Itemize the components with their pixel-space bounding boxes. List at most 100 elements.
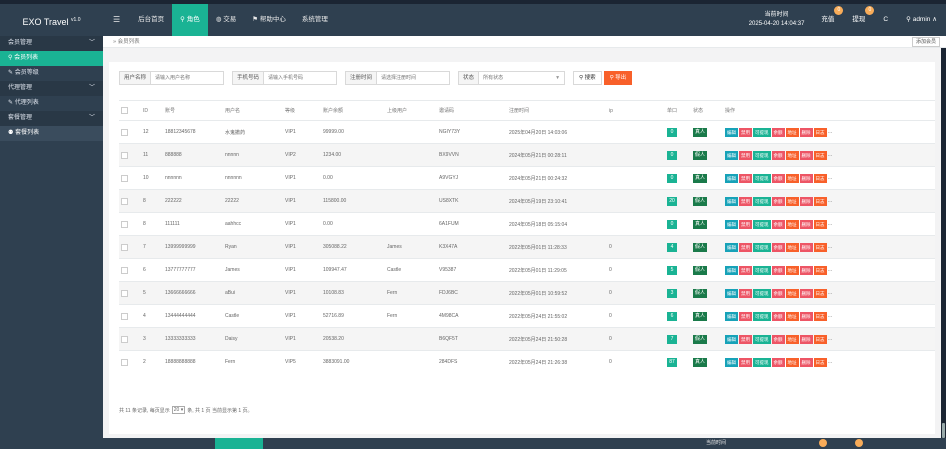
- action-button[interactable]: 地址: [785, 334, 799, 344]
- action-button[interactable]: 日志: [813, 311, 827, 321]
- scrollbar-thumb[interactable]: [942, 423, 945, 438]
- action-button[interactable]: 地址: [785, 242, 799, 252]
- row-select-cell[interactable]: [119, 350, 141, 374]
- action-button[interactable]: 日志: [813, 219, 827, 229]
- sidebar-item-agent-mgmt[interactable]: 代理管理 ﹀: [0, 81, 103, 96]
- column-header[interactable]: 邀请码: [437, 100, 507, 121]
- breadcrumb[interactable]: » 会员列表: [113, 36, 140, 48]
- sidebar-item-agent-list[interactable]: ✎ 代理列表: [0, 96, 103, 111]
- search-button[interactable]: ⚲ 搜索: [573, 71, 602, 85]
- nav-item-trade[interactable]: ◍ 交易: [208, 4, 244, 36]
- column-header[interactable]: ID: [141, 100, 163, 121]
- row-select-cell[interactable]: [119, 258, 141, 282]
- checkbox[interactable]: [121, 107, 128, 114]
- action-button[interactable]: 编辑: [725, 357, 738, 367]
- username-input[interactable]: [151, 72, 224, 84]
- menu-toggle-icon[interactable]: ☰: [103, 4, 130, 36]
- action-button[interactable]: 编辑: [725, 127, 738, 137]
- action-button[interactable]: 删除: [799, 288, 813, 298]
- more-icon[interactable]: ···: [828, 222, 833, 228]
- action-button[interactable]: 余额: [771, 265, 785, 275]
- action-button[interactable]: 日志: [813, 173, 827, 183]
- action-button[interactable]: 余额: [771, 288, 785, 298]
- column-header[interactable]: ip: [607, 100, 665, 121]
- action-button[interactable]: 余额: [771, 242, 785, 252]
- row-select-cell[interactable]: [119, 143, 141, 167]
- checkbox[interactable]: [121, 243, 128, 251]
- action-button[interactable]: 地址: [785, 288, 799, 298]
- column-header[interactable]: 状态: [691, 100, 723, 121]
- checkbox[interactable]: [121, 128, 128, 136]
- action-button[interactable]: 删除: [799, 196, 813, 206]
- action-button[interactable]: 余额: [771, 311, 785, 321]
- action-button[interactable]: 编辑: [725, 196, 738, 206]
- column-header[interactable]: 单口: [665, 100, 691, 121]
- action-button[interactable]: 余额: [771, 357, 785, 367]
- status-select[interactable]: [479, 72, 552, 84]
- more-icon[interactable]: ···: [828, 199, 833, 205]
- nav-item-role[interactable]: ⚲ 角色: [172, 4, 208, 36]
- select-all-cell[interactable]: [119, 100, 141, 121]
- action-button[interactable]: 编辑: [725, 265, 738, 275]
- action-button[interactable]: 地址: [785, 127, 799, 137]
- refresh-icon[interactable]: C: [874, 4, 897, 36]
- action-button[interactable]: 地址: [785, 357, 799, 367]
- more-icon[interactable]: ···: [828, 176, 833, 182]
- action-button[interactable]: 可提现: [753, 242, 771, 252]
- row-select-cell[interactable]: [119, 166, 141, 190]
- action-button[interactable]: 余额: [771, 150, 785, 160]
- action-button[interactable]: 可提现: [753, 357, 771, 367]
- action-button[interactable]: 禁用: [739, 357, 752, 367]
- action-button[interactable]: 编辑: [725, 173, 738, 183]
- action-button[interactable]: 删除: [799, 173, 813, 183]
- phone-input[interactable]: [264, 72, 337, 84]
- more-icon[interactable]: ···: [828, 268, 833, 274]
- action-button[interactable]: 禁用: [739, 173, 752, 183]
- more-icon[interactable]: ···: [828, 314, 833, 320]
- action-button[interactable]: 余额: [771, 196, 785, 206]
- action-button[interactable]: 地址: [785, 265, 799, 275]
- action-button[interactable]: 删除: [799, 127, 813, 137]
- action-button[interactable]: 删除: [799, 219, 813, 229]
- row-select-cell[interactable]: [119, 120, 141, 144]
- action-button[interactable]: 可提现: [753, 150, 771, 160]
- action-button[interactable]: 余额: [771, 127, 785, 137]
- checkbox[interactable]: [121, 174, 128, 182]
- action-button[interactable]: 删除: [799, 265, 813, 275]
- checkbox[interactable]: [121, 151, 128, 159]
- checkbox[interactable]: [121, 358, 128, 366]
- action-button[interactable]: 删除: [799, 242, 813, 252]
- column-header[interactable]: 账号: [163, 100, 223, 121]
- column-header[interactable]: 上级用户: [385, 100, 437, 121]
- page-size-select[interactable]: 20 ▾: [171, 406, 186, 414]
- checkbox[interactable]: [121, 335, 128, 343]
- action-button[interactable]: 地址: [785, 173, 799, 183]
- withdraw-button[interactable]: 提现 0: [843, 4, 875, 36]
- action-button[interactable]: 日志: [813, 127, 827, 137]
- action-button[interactable]: 可提现: [753, 173, 771, 183]
- action-button[interactable]: 余额: [771, 219, 785, 229]
- more-icon[interactable]: ···: [828, 245, 833, 251]
- sidebar-item-member-level[interactable]: ✎ 会员等级: [0, 66, 103, 81]
- column-header[interactable]: 用户名: [223, 100, 283, 121]
- sidebar-item-package-mgmt[interactable]: 套餐管理 ﹀: [0, 111, 103, 126]
- action-button[interactable]: 日志: [813, 242, 827, 252]
- action-button[interactable]: 禁用: [739, 196, 752, 206]
- action-button[interactable]: 可提现: [753, 265, 771, 275]
- sidebar-item-package-list[interactable]: ⚉ 套餐列表: [0, 126, 103, 141]
- action-button[interactable]: 删除: [799, 150, 813, 160]
- export-button[interactable]: ⚲ 导出: [603, 71, 633, 85]
- action-button[interactable]: 删除: [799, 311, 813, 321]
- add-member-button[interactable]: 添加会员: [911, 37, 940, 47]
- action-button[interactable]: 可提现: [753, 196, 771, 206]
- more-icon[interactable]: ···: [828, 337, 833, 343]
- action-button[interactable]: 禁用: [739, 334, 752, 344]
- action-button[interactable]: 禁用: [739, 242, 752, 252]
- nav-item-help[interactable]: ⚑ 帮助中心: [244, 4, 294, 36]
- action-button[interactable]: 日志: [813, 334, 827, 344]
- checkbox[interactable]: [121, 266, 128, 274]
- action-button[interactable]: 可提现: [753, 311, 771, 321]
- action-button[interactable]: 禁用: [739, 150, 752, 160]
- action-button[interactable]: 编辑: [725, 288, 738, 298]
- row-select-cell[interactable]: [119, 281, 141, 305]
